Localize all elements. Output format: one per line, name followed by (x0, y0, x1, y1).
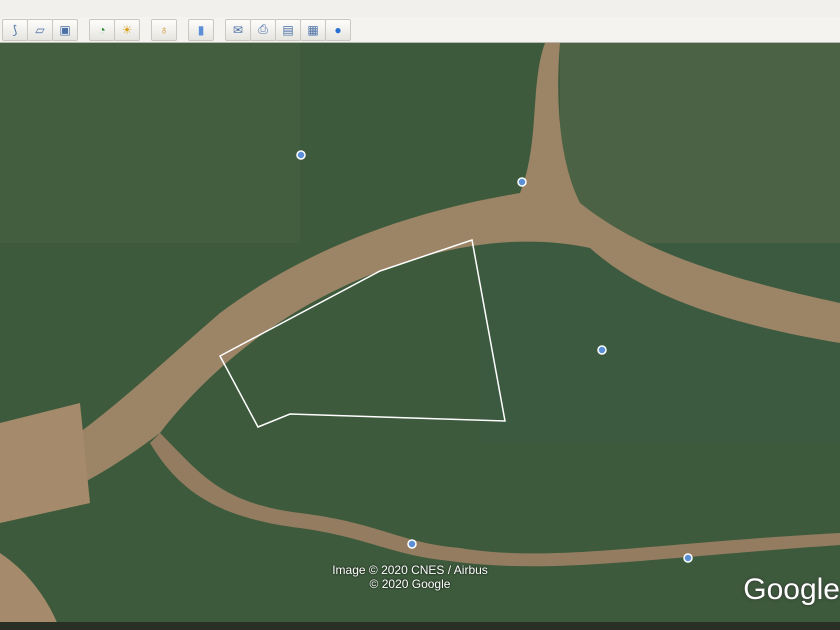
map-view[interactable]: Image © 2020 CNES / Airbus © 2020 Google … (0, 43, 840, 630)
placemark-icon (296, 150, 306, 160)
add-overlay-button[interactable]: ▣ (52, 18, 78, 41)
print-icon: ⎙ (258, 22, 268, 36)
view-in-maps-button[interactable]: ▦ (300, 18, 326, 41)
imagery-attribution: Image © 2020 CNES / Airbus © 2020 Google (320, 563, 500, 591)
historical-imagery-icon: ◔ (98, 22, 106, 37)
add-polygon-button[interactable]: ▱ (27, 18, 53, 41)
print-button[interactable]: ⎙ (250, 18, 276, 41)
ruler-button[interactable]: ▮ (188, 18, 214, 41)
placemark-icon (517, 177, 527, 187)
toolbar-group: ♁ (151, 18, 177, 41)
placemark-icon (683, 553, 693, 563)
add-path-icon: ⟆ (12, 22, 18, 37)
ruler-icon: ▮ (197, 22, 205, 37)
satellite-imagery (0, 43, 840, 630)
sunlight-button[interactable]: ☀ (114, 18, 140, 41)
add-overlay-icon: ▣ (59, 22, 71, 37)
planet-switch-button[interactable]: ♁ (151, 18, 177, 41)
toolbar-group: ⟆ ▱ ▣ (2, 18, 78, 41)
toolbar-group: ◔ ☀ (89, 18, 140, 41)
menu-bar (0, 0, 840, 17)
add-path-button[interactable]: ⟆ (2, 18, 28, 41)
google-logo: Google (743, 573, 840, 606)
earth-button[interactable]: ● (325, 18, 351, 41)
view-in-maps-icon: ▦ (307, 22, 319, 37)
toolbar: ⟆ ▱ ▣ ◔ ☀ ♁ ▮ ✉ ⎙ ▤ ▦ ● (0, 17, 840, 43)
email-button[interactable]: ✉ (225, 18, 251, 41)
placemark-icon (597, 345, 607, 355)
attribution-line: © 2020 Google (369, 577, 451, 591)
toolbar-group: ▮ (188, 18, 214, 41)
placemark-icon (407, 539, 417, 549)
earth-icon: ● (334, 22, 342, 37)
attribution-line: Image © 2020 CNES / Airbus (332, 563, 488, 577)
historical-imagery-button[interactable]: ◔ (89, 18, 115, 41)
sunlight-icon: ☀ (121, 22, 133, 37)
planet-switch-icon: ♁ (159, 22, 169, 37)
email-icon: ✉ (232, 22, 244, 37)
save-image-icon: ▤ (282, 22, 294, 37)
save-image-button[interactable]: ▤ (275, 18, 301, 41)
toolbar-group: ✉ ⎙ ▤ ▦ ● (225, 18, 351, 41)
status-bar (0, 622, 840, 630)
add-polygon-icon: ▱ (35, 22, 45, 37)
